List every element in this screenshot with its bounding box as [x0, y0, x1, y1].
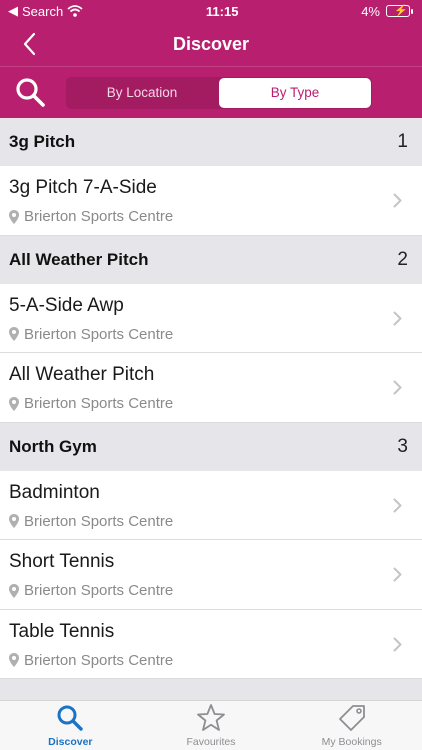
star-icon: [197, 704, 225, 731]
view-segmented-control: By Location By Type: [66, 76, 372, 109]
location-pin-icon: [9, 396, 19, 411]
chevron-right-icon: [393, 498, 402, 512]
section-count: 1: [397, 131, 408, 152]
section-name: All Weather Pitch: [9, 249, 149, 269]
section-header: North Gym 3: [0, 422, 422, 471]
tab-favourites[interactable]: Favourites: [141, 701, 282, 750]
status-right: 4% ⚡: [361, 3, 413, 19]
list-item[interactable]: Badminton Brierton Sports Centre: [0, 470, 422, 540]
battery-icon: ⚡: [385, 5, 413, 17]
chevron-right-icon: [393, 637, 402, 651]
item-location-label: Brierton Sports Centre: [24, 395, 174, 412]
item-location: Brierton Sports Centre: [9, 582, 173, 599]
tab-discover-label: Discover: [48, 736, 93, 748]
list-item[interactable]: 5-A-Side Awp Brierton Sports Centre: [0, 283, 422, 353]
battery-percent: 4%: [361, 3, 380, 19]
tab-my-bookings-label: My Bookings: [321, 736, 382, 748]
location-pin-icon: [9, 514, 19, 528]
location-pin-icon: [9, 209, 19, 224]
header: ◀ Search 11:15 4% ⚡ Discover By Location…: [0, 0, 422, 118]
segment-by-type[interactable]: By Type: [219, 77, 371, 108]
section-count: 2: [397, 248, 408, 270]
chevron-right-icon: [393, 311, 402, 325]
tag-icon: [338, 705, 365, 731]
status-bar: ◀ Search 11:15 4% ⚡: [0, 0, 422, 22]
location-pin-icon: [9, 327, 19, 341]
list-item[interactable]: 3g Pitch 7-A-Side Brierton Sports Centre: [0, 166, 422, 236]
section-header-partial: [0, 679, 422, 700]
item-location-label: Brierton Sports Centre: [24, 325, 174, 343]
item-location: Brierton Sports Centre: [9, 652, 173, 669]
nav-bar: Discover: [0, 22, 422, 66]
back-to-app-icon[interactable]: ◀: [8, 3, 18, 19]
list-item[interactable]: Short Tennis Brierton Sports Centre: [0, 540, 422, 610]
item-location: Brierton Sports Centre: [9, 326, 173, 343]
section-header: 3g Pitch 1: [0, 118, 422, 166]
status-time: 11:15: [205, 3, 239, 19]
item-location-label: Brierton Sports Centre: [24, 582, 174, 599]
chevron-right-icon: [393, 193, 402, 208]
search-icon: [57, 705, 84, 731]
section-count: 3: [397, 435, 408, 457]
item-location: Brierton Sports Centre: [9, 395, 173, 412]
item-location: Brierton Sports Centre: [9, 208, 173, 225]
tab-my-bookings[interactable]: My Bookings: [281, 701, 422, 750]
activity-list[interactable]: 3g Pitch 1 3g Pitch 7-A-Side Brierton Sp…: [0, 118, 422, 700]
tab-bar: Discover Favourites My Bookings: [0, 700, 422, 750]
item-location-label: Brierton Sports Centre: [24, 208, 174, 225]
section-header: All Weather Pitch 2: [0, 235, 422, 284]
back-to-app-label[interactable]: Search: [22, 4, 63, 19]
location-pin-icon: [9, 583, 19, 598]
chevron-left-icon: [23, 32, 36, 56]
section-name: North Gym: [9, 436, 97, 456]
item-title: Badminton: [9, 481, 100, 503]
item-title: 5-A-Side Awp: [9, 294, 124, 316]
page-title: Discover: [172, 33, 250, 54]
status-left: ◀ Search: [8, 3, 83, 19]
chevron-right-icon: [393, 567, 402, 582]
location-pin-icon: [9, 653, 19, 667]
back-button[interactable]: [18, 30, 42, 58]
filter-bar: By Location By Type: [0, 66, 422, 118]
section-name: 3g Pitch: [9, 132, 76, 151]
item-location-label: Brierton Sports Centre: [24, 651, 174, 669]
item-location: Brierton Sports Centre: [9, 513, 173, 530]
search-icon: [16, 77, 45, 107]
search-button[interactable]: [14, 76, 48, 110]
list-item[interactable]: Table Tennis Brierton Sports Centre: [0, 609, 422, 679]
item-title: Table Tennis: [9, 620, 115, 642]
list-item[interactable]: All Weather Pitch Brierton Sports Centre: [0, 353, 422, 423]
item-title: 3g Pitch 7-A-Side: [9, 177, 157, 198]
item-location-label: Brierton Sports Centre: [24, 512, 174, 530]
item-title: Short Tennis: [9, 551, 115, 572]
tab-discover[interactable]: Discover: [0, 701, 141, 750]
item-title: All Weather Pitch: [9, 364, 155, 385]
chevron-right-icon: [393, 380, 402, 395]
segment-by-location[interactable]: By Location: [66, 77, 218, 109]
tab-favourites-label: Favourites: [186, 736, 236, 748]
wifi-icon: [67, 5, 83, 17]
